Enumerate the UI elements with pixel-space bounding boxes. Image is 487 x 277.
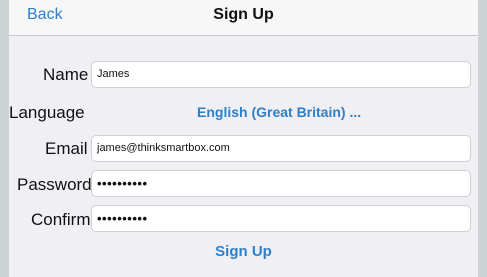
page-title: Sign Up	[213, 6, 274, 23]
password-label: Password	[17, 175, 92, 194]
name-label: Name	[43, 65, 89, 84]
navigation-bar: Back Sign Up	[9, 0, 478, 36]
confirm-password-field[interactable]: ••••••••••	[91, 205, 471, 232]
sign-up-button[interactable]: Sign Up	[9, 243, 478, 260]
screen-frame: Back Sign Up Name James Language English…	[0, 0, 487, 277]
name-field[interactable]: James	[91, 61, 471, 88]
email-label: Email	[45, 139, 88, 158]
email-field[interactable]: james@thinksmartbox.com	[91, 135, 471, 162]
sign-up-panel: Back Sign Up Name James Language English…	[9, 0, 478, 277]
confirm-label: Confirm	[31, 210, 91, 229]
language-label: Language	[9, 103, 85, 122]
language-selector[interactable]: English (Great Britain) ...	[197, 104, 361, 120]
password-field[interactable]: ••••••••••	[91, 170, 471, 197]
